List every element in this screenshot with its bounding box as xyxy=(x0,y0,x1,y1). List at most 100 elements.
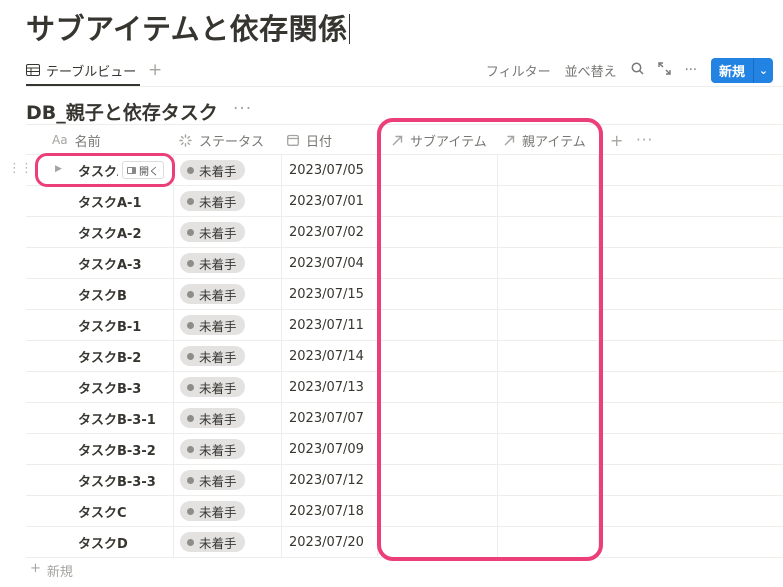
cell-status[interactable]: 未着手 xyxy=(173,496,281,526)
column-more-button[interactable]: ··· xyxy=(630,125,660,155)
status-badge[interactable]: 未着手 xyxy=(180,160,245,180)
add-column-button[interactable]: + xyxy=(604,125,624,155)
cell-date[interactable]: 2023/07/07 xyxy=(281,403,377,433)
status-badge[interactable]: 未着手 xyxy=(180,470,245,490)
status-badge[interactable]: 未着手 xyxy=(180,501,245,521)
cell-date[interactable]: 2023/07/13 xyxy=(281,372,377,402)
database-title[interactable]: DB_親子と依存タスク xyxy=(26,98,218,125)
cell-name[interactable]: タスクB-2 xyxy=(26,341,173,371)
status-text: 未着手 xyxy=(199,163,237,179)
expand-icon[interactable] xyxy=(657,61,671,79)
status-dot-icon xyxy=(187,507,194,515)
status-text: 未着手 xyxy=(199,380,237,396)
status-badge[interactable]: 未着手 xyxy=(180,191,245,211)
cell-name[interactable]: タスクC xyxy=(26,496,173,526)
status-dot-icon xyxy=(187,197,194,205)
page-title[interactable]: サブアイテムと依存関係 xyxy=(26,6,351,48)
column-header-label: 名前 xyxy=(74,134,101,150)
cell-name[interactable]: タスクA-1 xyxy=(26,186,173,216)
status-dot-icon xyxy=(187,166,194,174)
column-header-name[interactable]: Aa 名前 xyxy=(26,125,173,155)
status-badge[interactable]: 未着手 xyxy=(180,377,245,397)
cell-name-text: タスクB xyxy=(78,288,127,304)
filter-button[interactable]: フィルター xyxy=(486,61,551,80)
cell-date[interactable]: 2023/07/01 xyxy=(281,186,377,216)
new-button[interactable]: 新規 ⌄ xyxy=(711,57,773,83)
more-options-button[interactable]: ··· xyxy=(685,63,697,78)
text-caret xyxy=(348,14,351,44)
cell-date[interactable]: 2023/07/18 xyxy=(281,496,377,526)
status-badge[interactable]: 未着手 xyxy=(180,532,245,552)
cell-status[interactable]: 未着手 xyxy=(173,372,281,402)
cell-date[interactable]: 2023/07/20 xyxy=(281,527,377,557)
cell-name[interactable]: タスクB-3 xyxy=(26,372,173,402)
status-badge[interactable]: 未着手 xyxy=(180,284,245,304)
cell-status[interactable]: 未着手 xyxy=(173,217,281,247)
cell-name[interactable]: タスクB-1 xyxy=(26,310,173,340)
database-more-button[interactable]: ··· xyxy=(233,99,252,119)
tab-table-view[interactable]: テーブルビュー xyxy=(26,56,141,86)
cell-date[interactable]: 2023/07/05 xyxy=(281,155,377,185)
status-text: 未着手 xyxy=(199,535,237,551)
text-type-icon: Aa xyxy=(52,133,68,147)
cell-name[interactable]: タスクD xyxy=(26,527,173,557)
cell-status[interactable]: 未着手 xyxy=(173,434,281,464)
status-dot-icon xyxy=(187,259,194,267)
status-icon xyxy=(179,133,192,147)
cell-name-text: タスクC xyxy=(78,505,127,521)
column-header-status[interactable]: ステータス xyxy=(173,125,281,155)
search-icon[interactable] xyxy=(631,62,644,79)
cell-status[interactable]: 未着手 xyxy=(173,279,281,309)
cell-name[interactable]: タスクA-3 xyxy=(26,248,173,278)
cell-name[interactable]: タスクB-3-2 xyxy=(26,434,173,464)
status-badge[interactable]: 未着手 xyxy=(180,253,245,273)
status-dot-icon xyxy=(187,445,194,453)
status-text: 未着手 xyxy=(199,473,237,489)
cell-status[interactable]: 未着手 xyxy=(173,155,281,185)
cell-status[interactable]: 未着手 xyxy=(173,403,281,433)
column-header-date[interactable]: 日付 xyxy=(281,125,377,155)
cell-status[interactable]: 未着手 xyxy=(173,527,281,557)
toolbar: フィルター 並べ替え ··· 新規 ⌄ xyxy=(472,56,773,84)
new-button-label: 新規 xyxy=(719,64,746,80)
page-title-text: サブアイテムと依存関係 xyxy=(26,12,348,46)
cell-name[interactable]: タスクB-3-3 xyxy=(26,465,173,495)
cell-name-text: タスクB-3 xyxy=(78,381,142,397)
column-header-label: 日付 xyxy=(306,134,333,150)
cell-date[interactable]: 2023/07/11 xyxy=(281,310,377,340)
cell-name[interactable]: タスクB-3-1 xyxy=(26,403,173,433)
status-dot-icon xyxy=(187,414,194,422)
cell-name-text: タスクD xyxy=(78,536,128,552)
cell-status[interactable]: 未着手 xyxy=(173,465,281,495)
status-dot-icon xyxy=(187,352,194,360)
status-text: 未着手 xyxy=(199,504,237,520)
status-badge[interactable]: 未着手 xyxy=(180,222,245,242)
cell-status[interactable]: 未着手 xyxy=(173,248,281,278)
highlight-annotation-row xyxy=(35,153,175,187)
cell-status[interactable]: 未着手 xyxy=(173,341,281,371)
status-badge[interactable]: 未着手 xyxy=(180,439,245,459)
add-view-button[interactable]: + xyxy=(148,60,162,80)
status-badge[interactable]: 未着手 xyxy=(180,346,245,366)
status-text: 未着手 xyxy=(199,225,237,241)
cell-name[interactable]: タスクA-2 xyxy=(26,217,173,247)
status-text: 未着手 xyxy=(199,287,237,303)
chevron-down-icon[interactable]: ⌄ xyxy=(754,64,773,77)
cell-date[interactable]: 2023/07/12 xyxy=(281,465,377,495)
sort-button[interactable]: 並べ替え xyxy=(565,61,617,80)
status-badge[interactable]: 未着手 xyxy=(180,408,245,428)
status-badge[interactable]: 未着手 xyxy=(180,315,245,335)
cell-date[interactable]: 2023/07/14 xyxy=(281,341,377,371)
cell-date[interactable]: 2023/07/04 xyxy=(281,248,377,278)
cell-name[interactable]: タスクB xyxy=(26,279,173,309)
cell-name-text: タスクA-2 xyxy=(78,226,142,242)
cell-status[interactable]: 未着手 xyxy=(173,186,281,216)
cell-name-text: タスクA-3 xyxy=(78,257,142,273)
cell-date[interactable]: 2023/07/09 xyxy=(281,434,377,464)
status-text: 未着手 xyxy=(199,442,237,458)
add-row-button[interactable]: + 新規 xyxy=(30,561,73,580)
cell-date[interactable]: 2023/07/02 xyxy=(281,217,377,247)
cell-status[interactable]: 未着手 xyxy=(173,310,281,340)
cell-date[interactable]: 2023/07/15 xyxy=(281,279,377,309)
cell-name-text: タスクB-2 xyxy=(78,350,142,366)
